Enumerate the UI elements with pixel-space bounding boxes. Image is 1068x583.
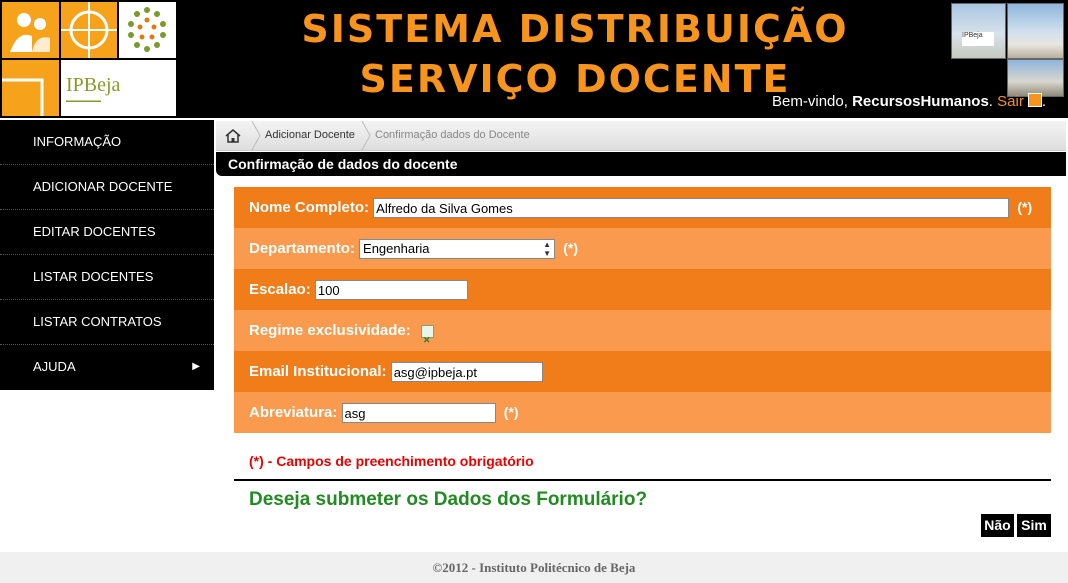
campus-photo — [1007, 3, 1064, 59]
required-fields-note: (*) - Campos de preenchimento obrigatóri… — [249, 453, 534, 469]
sidebar-item-label: LISTAR CONTRATOS — [33, 314, 162, 329]
sidebar-item-informacao[interactable]: INFORMAÇÃO — [0, 120, 214, 165]
docente-form: Nome Completo: (*) Departamento: Engenha… — [234, 187, 1051, 433]
breadcrumb-adicionar-docente[interactable]: Adicionar Docente — [265, 121, 355, 150]
form-row-departamento: Departamento: Engenharia ▲ ▼ (*) — [234, 228, 1051, 269]
sidebar-item-listar-contratos[interactable]: LISTAR CONTRATOS — [0, 300, 214, 345]
photo-sign: IPBeja — [962, 32, 994, 46]
header: IPBeja ▬▬▬▬▬▬▬ SISTEMA DISTRIBUIÇÃO SERV… — [0, 0, 1068, 118]
sidebar: INFORMAÇÃO ADICIONAR DOCENTE EDITAR DOCE… — [0, 120, 214, 390]
form-row-regime: Regime exclusividade: — [234, 310, 1051, 361]
sidebar-item-adicionar-docente[interactable]: ADICIONAR DOCENTE — [0, 165, 214, 210]
logo-text-tile: IPBeja ▬▬▬▬▬▬▬ — [61, 60, 176, 116]
breadcrumb-separator — [251, 121, 261, 150]
sidebar-item-label: EDITAR DOCENTES — [33, 224, 156, 239]
sidebar-item-editar-docentes[interactable]: EDITAR DOCENTES — [0, 210, 214, 255]
welcome-prefix: Bem-vindo, — [772, 93, 853, 110]
yes-button[interactable]: Sim — [1017, 514, 1051, 537]
logo-subtext: ▬▬▬▬▬▬▬ — [66, 98, 101, 104]
welcome-suffix: . — [1041, 93, 1046, 110]
tree-photo — [1007, 59, 1064, 97]
abreviatura-label: Abreviatura: — [249, 404, 338, 421]
home-icon[interactable] — [225, 129, 241, 143]
breadcrumb-separator — [361, 121, 371, 150]
form-row-nome: Nome Completo: (*) — [234, 187, 1051, 228]
logo-people-tile — [2, 2, 59, 58]
departamento-select[interactable]: Engenharia ▲ ▼ — [359, 239, 556, 260]
email-input[interactable] — [390, 362, 543, 383]
nome-required-marker: (*) — [1017, 199, 1033, 215]
escalao-input[interactable] — [314, 280, 468, 301]
building-photo: IPBeja — [951, 3, 1006, 59]
footer: ©2012 - Instituto Politécnico de Beja — [0, 552, 1068, 583]
form-row-abreviatura: Abreviatura: (*) — [234, 392, 1051, 433]
username: RecursosHumanos — [852, 93, 989, 110]
title-line-1: SISTEMA DISTRIBUIÇÃO — [301, 7, 849, 51]
escalao-label: Escalao: — [249, 281, 311, 298]
no-button[interactable]: Não — [981, 514, 1014, 537]
logo-orange-tile — [2, 60, 59, 116]
page-title: SISTEMA DISTRIBUIÇÃO SERVIÇO DOCENTE — [230, 4, 920, 104]
chevron-right-icon: ▶ — [192, 361, 200, 372]
email-label: Email Institucional: — [249, 363, 387, 380]
breadcrumb: Adicionar Docente Confirmação dados do D… — [216, 121, 1066, 151]
nome-input[interactable] — [373, 198, 1010, 219]
abreviatura-required-marker: (*) — [503, 404, 519, 420]
abreviatura-input[interactable] — [341, 403, 496, 424]
departamento-label: Departamento: — [249, 240, 355, 257]
regime-checkbox[interactable] — [420, 320, 434, 361]
departamento-required-marker: (*) — [563, 240, 578, 256]
ipbeja-logo: IPBeja ▬▬▬▬▬▬▬ — [2, 2, 177, 117]
nome-label: Nome Completo: — [249, 199, 369, 216]
sidebar-item-ajuda[interactable]: AJUDA ▶ — [0, 345, 214, 389]
logo-circle-tile — [61, 2, 117, 58]
logo-text: IPBeja — [66, 74, 121, 96]
sidebar-item-label: LISTAR DOCENTES — [33, 269, 154, 284]
departamento-selected-value: Engenharia — [363, 241, 430, 257]
welcome-separator: . — [988, 93, 998, 110]
submit-question: Deseja submeter os Dados dos Formulário? — [249, 489, 648, 510]
form-row-email: Email Institucional: — [234, 351, 1051, 392]
sidebar-item-label: ADICIONAR DOCENTE — [33, 179, 173, 194]
sidebar-item-label: AJUDA — [33, 359, 76, 374]
section-title: Confirmação de dados do docente — [216, 152, 1066, 176]
breadcrumb-current: Confirmação dados do Docente — [375, 129, 530, 141]
logout-icon[interactable] — [1027, 93, 1042, 107]
select-arrows-icon: ▲ ▼ — [543, 240, 552, 259]
welcome-message: Bem-vindo, RecursosHumanos. Sair. — [772, 93, 1046, 110]
sidebar-item-listar-docentes[interactable]: LISTAR DOCENTES — [0, 255, 214, 300]
logo-dots-tile — [119, 2, 176, 58]
sidebar-item-label: INFORMAÇÃO — [33, 134, 122, 149]
regime-label: Regime exclusividade: — [249, 322, 411, 339]
form-row-escalao: Escalao: — [234, 269, 1051, 310]
logout-link[interactable]: Sair — [997, 93, 1024, 110]
divider — [234, 479, 1051, 481]
